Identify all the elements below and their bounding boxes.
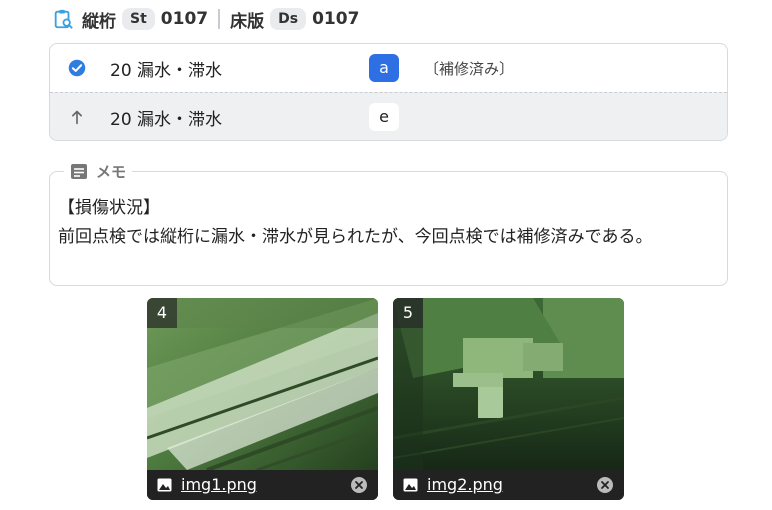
- member-label: 縦桁: [82, 11, 116, 32]
- condition-row[interactable]: 20 漏水・滞水 a 〔補修済み〕: [50, 44, 727, 92]
- memo-body: 前回点検では縦桁に漏水・滞水が見られたが、今回点検では補修済みである。: [58, 227, 653, 247]
- bridge-photo: [393, 298, 624, 470]
- photo-thumbnail[interactable]: 5 img2.png: [393, 298, 624, 500]
- grade-badge: a: [369, 54, 399, 82]
- arrow-up-icon: [72, 110, 82, 125]
- photo-caption-bar: img1.png: [147, 470, 378, 500]
- file-name-link[interactable]: img2.png: [427, 475, 503, 494]
- memo-section: メモ 【損傷状況】 前回点検では縦桁に漏水・滞水が見られたが、今回点検では補修済…: [49, 161, 728, 286]
- repair-note: 〔補修済み〕: [424, 59, 515, 78]
- remove-photo-icon[interactable]: [350, 476, 368, 494]
- clipboard-search-icon: [54, 9, 73, 29]
- photo-number: 4: [147, 298, 177, 328]
- condition-row[interactable]: 20 漏水・滞水 e: [50, 92, 727, 140]
- bridge-photo: [147, 298, 378, 470]
- photo-caption-bar: img2.png: [393, 470, 624, 500]
- memo-legend: メモ: [64, 161, 133, 182]
- memo-text[interactable]: 【損傷状況】 前回点検では縦桁に漏水・滞水が見られたが、今回点検では補修済みであ…: [58, 194, 719, 252]
- file-name-link[interactable]: img1.png: [181, 475, 257, 494]
- grade-badge: e: [369, 103, 399, 131]
- header-divider: [218, 9, 221, 29]
- member-number: 0107: [160, 9, 209, 29]
- element-header: 縦桁 St 0107 床版 Ds 0107: [52, 6, 359, 32]
- image-icon: [157, 478, 172, 492]
- condition-text: 20 漏水・滞水: [110, 60, 223, 81]
- photo-thumbnail[interactable]: 4 img1.png: [147, 298, 378, 500]
- remove-photo-icon[interactable]: [596, 476, 614, 494]
- member-code-badge: St: [122, 8, 155, 30]
- photo-number: 5: [393, 298, 423, 328]
- memo-label: メモ: [96, 163, 127, 181]
- member-code-badge-2: Ds: [270, 8, 307, 30]
- image-icon: [403, 478, 418, 492]
- memo-heading: 【損傷状況】: [58, 198, 160, 218]
- note-icon: [71, 163, 87, 179]
- damage-condition-list: 20 漏水・滞水 a 〔補修済み〕 20 漏水・滞水 e: [49, 43, 728, 141]
- member-label-2: 床版: [230, 11, 265, 32]
- member-number-2: 0107: [312, 9, 360, 29]
- condition-text: 20 漏水・滞水: [110, 109, 223, 130]
- check-circle-icon: [68, 59, 86, 77]
